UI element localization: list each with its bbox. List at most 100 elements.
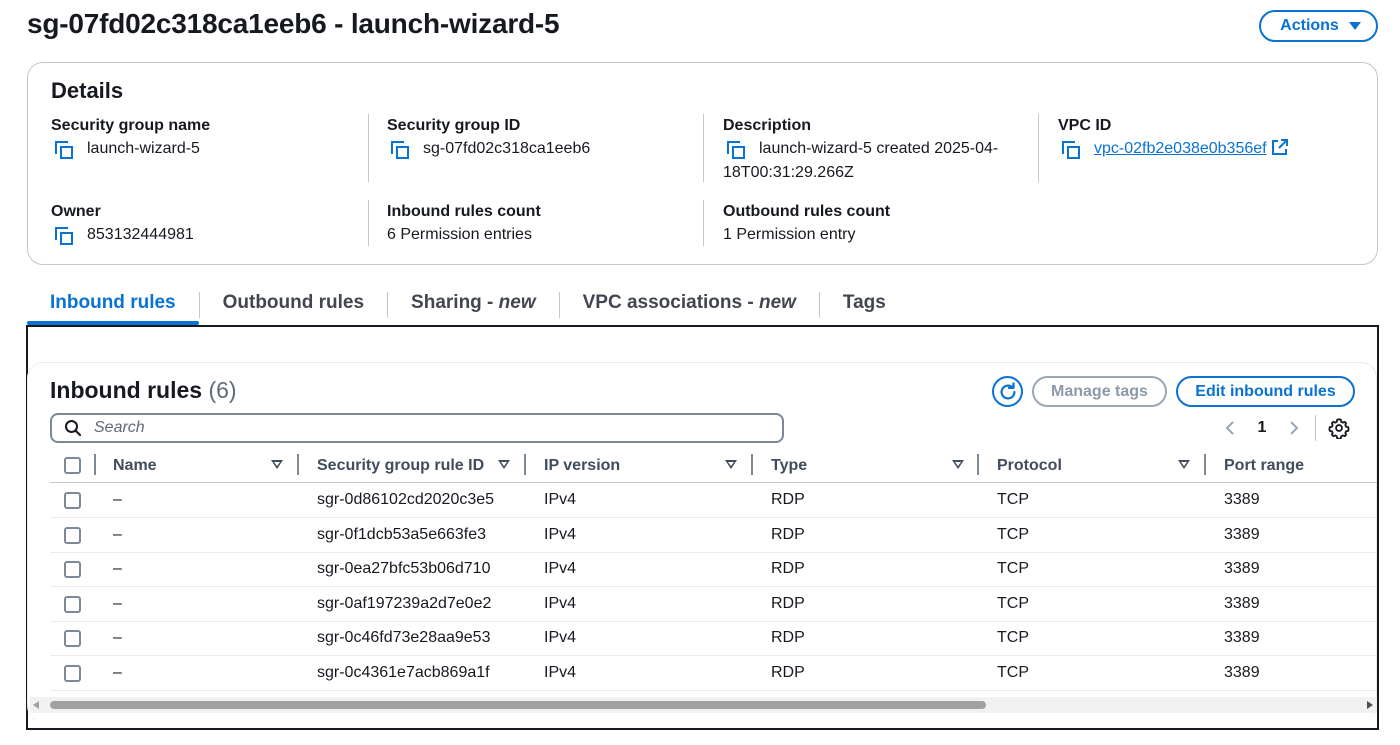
- divider: [368, 200, 369, 246]
- row-checkbox[interactable]: [64, 595, 81, 613]
- field-outbound-rules-count: Outbound rules count 1 Permission entry: [723, 202, 890, 246]
- actions-button[interactable]: Actions: [1259, 10, 1378, 42]
- select-all-checkbox-cell: [64, 449, 81, 482]
- search-box[interactable]: [50, 413, 784, 443]
- caret-down-icon: [1348, 22, 1361, 30]
- actions-label: Actions: [1280, 17, 1339, 34]
- column-label: Port range: [1224, 456, 1305, 474]
- scroll-left-icon[interactable]: [33, 701, 39, 709]
- sort-icon[interactable]: [498, 460, 510, 469]
- description-value-line1: launch-wizard-5 created 2025-04-: [759, 140, 999, 157]
- column-resizer[interactable]: [751, 454, 753, 475]
- sg-id-value: sg-07fd02c318ca1eeb6: [423, 140, 591, 157]
- row-checkbox[interactable]: [64, 491, 81, 509]
- table-row[interactable]: – sgr-0f1dcb53a5e663fe3 IPv4 RDP TCP 338…: [50, 518, 1377, 553]
- sort-icon[interactable]: [271, 460, 283, 469]
- column-label: Name: [113, 456, 157, 474]
- manage-tags-button[interactable]: Manage tags: [1032, 376, 1167, 407]
- field-security-group-id: Security group ID sg-07fd02c318ca1eeb6: [387, 116, 590, 160]
- tab-outbound-rules[interactable]: Outbound rules: [200, 287, 387, 325]
- description-value-line2: 18T00:31:29.266Z: [723, 164, 854, 181]
- divider: [703, 200, 704, 246]
- cell-name: –: [113, 595, 122, 612]
- cell-protocol: TCP: [997, 526, 1029, 543]
- cell-type: RDP: [771, 526, 805, 543]
- tab-inbound-rules[interactable]: Inbound rules: [27, 287, 199, 325]
- cell-port-range: 3389: [1224, 560, 1260, 577]
- tab-bar: Inbound rules Outbound rules Sharing - n…: [27, 287, 909, 327]
- copy-icon[interactable]: [391, 141, 409, 159]
- sort-icon[interactable]: [725, 460, 737, 469]
- row-checkbox-cell: [64, 587, 81, 621]
- tab-new-badge: new: [498, 292, 536, 313]
- search-input[interactable]: [92, 418, 752, 438]
- field-label: Outbound rules count: [723, 203, 891, 220]
- tab-tags[interactable]: Tags: [820, 287, 909, 325]
- cell-ip-version: IPv4: [544, 629, 577, 646]
- field-label: VPC ID: [1058, 117, 1112, 134]
- field-label: Security group ID: [387, 117, 521, 134]
- table-row[interactable]: – sgr-0d86102cd2020c3e5 IPv4 RDP TCP 338…: [50, 483, 1377, 518]
- scroll-right-icon[interactable]: [1367, 701, 1373, 709]
- page-number[interactable]: 1: [1242, 419, 1282, 437]
- column-resizer[interactable]: [297, 454, 299, 475]
- settings-gear-icon[interactable]: [1328, 417, 1350, 439]
- chevron-left-icon[interactable]: [1218, 414, 1242, 442]
- tab-sharing[interactable]: Sharing - new: [388, 287, 559, 325]
- column-header-port-range[interactable]: Port range: [1224, 449, 1364, 482]
- cell-name: –: [113, 526, 122, 543]
- cell-rule-id: sgr-0d86102cd2020c3e5: [317, 491, 495, 508]
- cell-name: –: [113, 664, 122, 681]
- copy-icon[interactable]: [727, 141, 745, 159]
- sort-icon[interactable]: [1178, 460, 1190, 469]
- table-row[interactable]: – sgr-0c4361e7acb869a1f IPv4 RDP TCP 338…: [50, 656, 1377, 691]
- copy-icon[interactable]: [55, 141, 73, 159]
- cell-port-range: 3389: [1224, 595, 1260, 612]
- column-resizer[interactable]: [94, 454, 96, 475]
- select-all-checkbox[interactable]: [64, 457, 81, 474]
- cell-protocol: TCP: [997, 664, 1029, 681]
- field-vpc-id: VPC ID vpc-02fb2e038e0b356ef: [1058, 116, 1288, 160]
- table-row[interactable]: – sgr-0af197239a2d7e0e2 IPv4 RDP TCP 338…: [50, 587, 1377, 622]
- column-header-rule-id[interactable]: Security group rule ID: [317, 449, 510, 482]
- field-value: launch-wizard-5 created 2025-04-: [723, 138, 1023, 160]
- search-icon: [65, 420, 82, 437]
- cell-type: RDP: [771, 560, 805, 577]
- cell-type: RDP: [771, 664, 805, 681]
- horizontal-scrollbar[interactable]: [30, 697, 1377, 713]
- copy-icon[interactable]: [55, 227, 73, 245]
- chevron-right-icon[interactable]: [1282, 414, 1306, 442]
- edit-inbound-rules-button[interactable]: Edit inbound rules: [1176, 376, 1355, 407]
- outbound-count-value: 1 Permission entry: [723, 226, 856, 243]
- sort-icon[interactable]: [952, 460, 964, 469]
- scrollbar-thumb[interactable]: [50, 701, 986, 709]
- divider: [1038, 114, 1039, 182]
- column-resizer[interactable]: [1204, 454, 1206, 475]
- row-checkbox[interactable]: [64, 526, 81, 544]
- tab-label: Outbound rules: [222, 292, 365, 313]
- table-header: Name Security group rule ID IP version T…: [50, 449, 1377, 483]
- column-header-name[interactable]: Name: [113, 449, 283, 482]
- tab-vpc-associations[interactable]: VPC associations - new: [560, 287, 819, 325]
- column-header-type[interactable]: Type: [771, 449, 964, 482]
- row-checkbox[interactable]: [64, 560, 81, 578]
- column-resizer[interactable]: [977, 454, 979, 475]
- field-label: Owner: [51, 203, 101, 220]
- row-checkbox[interactable]: [64, 664, 81, 682]
- table-row[interactable]: – sgr-0ea27bfc53b06d710 IPv4 RDP TCP 338…: [50, 552, 1377, 587]
- column-label: IP version: [544, 456, 621, 474]
- column-header-protocol[interactable]: Protocol: [997, 449, 1190, 482]
- vpc-id-link[interactable]: vpc-02fb2e038e0b356ef: [1094, 138, 1288, 160]
- pager-divider: [1315, 415, 1316, 441]
- refresh-button[interactable]: [992, 376, 1023, 407]
- row-checkbox[interactable]: [64, 629, 81, 647]
- cell-name: –: [113, 491, 122, 508]
- field-description: Description launch-wizard-5 created 2025…: [723, 116, 1023, 184]
- table-row[interactable]: – sgr-0c46fd73e28aa9e53 IPv4 RDP TCP 338…: [50, 621, 1377, 656]
- cell-ip-version: IPv4: [544, 560, 577, 577]
- cell-rule-id: sgr-0af197239a2d7e0e2: [317, 595, 492, 612]
- cell-name: –: [113, 560, 122, 577]
- column-resizer[interactable]: [524, 454, 526, 475]
- column-header-ip-version[interactable]: IP version: [544, 449, 737, 482]
- copy-icon[interactable]: [1062, 141, 1080, 159]
